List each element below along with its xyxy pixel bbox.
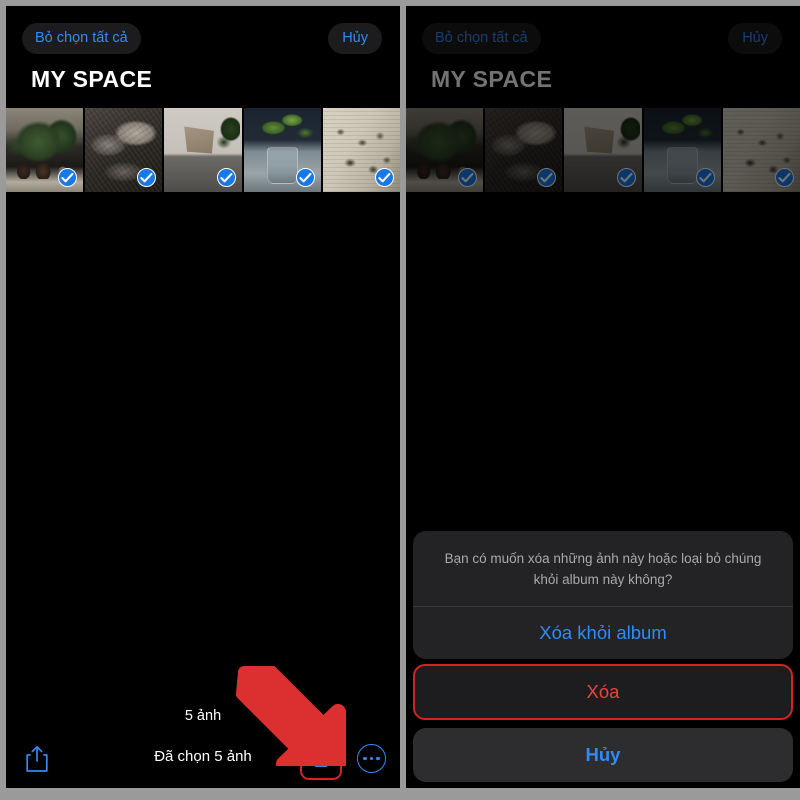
album-header-right: Bỏ chọn tất cả Hủy MY SPACE: [406, 6, 800, 110]
photo-thumbnail[interactable]: [406, 108, 484, 192]
trash-icon[interactable]: [310, 744, 332, 774]
sheet-bottom-spacer: [413, 782, 793, 788]
selected-check-icon[interactable]: [295, 168, 315, 187]
album-header-left: Bỏ chọn tất cả Hủy MY SPACE: [6, 6, 400, 110]
trash-highlight-box: [300, 738, 342, 780]
photo-count-label: 5 ảnh: [184, 708, 222, 724]
delete-button[interactable]: Xóa: [415, 666, 791, 718]
delete-highlight-box: Xóa: [413, 664, 793, 720]
photo-thumbnail[interactable]: [243, 108, 321, 192]
photo-thumbnail[interactable]: [643, 108, 721, 192]
page-title: MY SPACE: [431, 66, 553, 92]
cancel-button[interactable]: Hủy: [328, 23, 382, 54]
page-title: MY SPACE: [31, 66, 153, 92]
photo-thumbnail-strip: [6, 108, 400, 192]
photo-thumbnail[interactable]: [322, 108, 400, 192]
phone-screen-right: Bỏ chọn tất cả Hủy MY SPACE Bạn có muốn …: [406, 6, 800, 788]
photo-thumbnail-strip: [406, 108, 800, 192]
action-sheet-cancel-button[interactable]: Hủy: [413, 728, 793, 782]
phone-screen-left: Bỏ chọn tất cả Hủy MY SPACE 5 ảnh Đã chọ…: [6, 6, 400, 788]
selected-check-icon[interactable]: [375, 168, 395, 187]
remove-from-album-button[interactable]: Xóa khỏi album: [413, 607, 793, 659]
selected-check-icon[interactable]: [695, 168, 715, 187]
selection-toolbar: Đã chọn 5 ảnh: [6, 730, 400, 788]
photo-thumbnail[interactable]: [722, 108, 800, 192]
selected-check-icon[interactable]: [616, 168, 636, 187]
deselect-all-button[interactable]: Bỏ chọn tất cả: [22, 23, 141, 54]
photo-thumbnail[interactable]: [485, 108, 563, 192]
deselect-all-button[interactable]: Bỏ chọn tất cả: [422, 23, 541, 54]
action-sheet-message: Bạn có muốn xóa những ảnh này hoặc loại …: [413, 531, 793, 607]
selected-check-icon[interactable]: [216, 168, 236, 187]
screenshot-stage: Bỏ chọn tất cả Hủy MY SPACE 5 ảnh Đã chọ…: [0, 0, 800, 800]
delete-action-sheet: Bạn có muốn xóa những ảnh này hoặc loại …: [413, 531, 793, 788]
photo-thumbnail[interactable]: [564, 108, 642, 192]
photo-thumbnail[interactable]: [85, 108, 163, 192]
more-options-icon[interactable]: [357, 744, 386, 773]
cancel-button[interactable]: Hủy: [728, 23, 782, 54]
action-sheet-card: Bạn có muốn xóa những ảnh này hoặc loại …: [413, 531, 793, 659]
photo-thumbnail[interactable]: [6, 108, 84, 192]
three-dots-glyph: [362, 756, 381, 761]
selected-check-icon[interactable]: [775, 168, 795, 187]
photo-thumbnail[interactable]: [164, 108, 242, 192]
